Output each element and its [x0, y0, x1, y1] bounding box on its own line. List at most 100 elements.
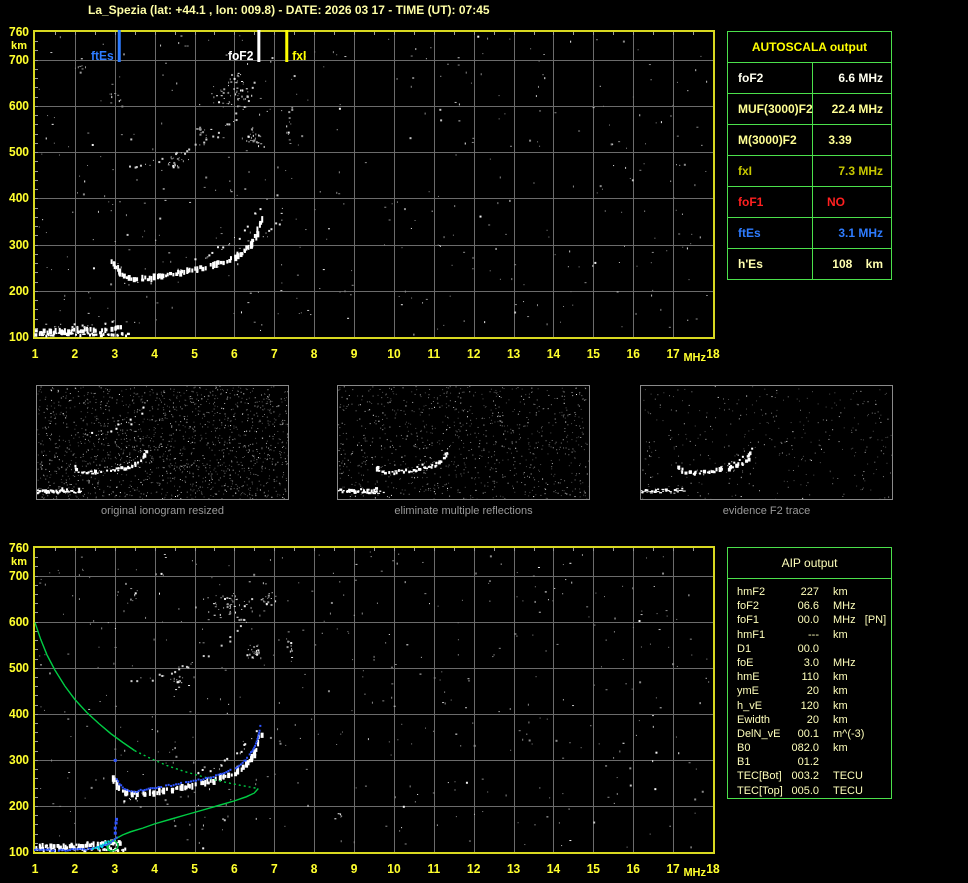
aip-param-unit: km	[833, 671, 848, 684]
aip-row-B1: B1 01.2	[737, 755, 891, 769]
aip-param-unit	[819, 755, 891, 769]
aip-output-panel: AIP output hmF2 227 km foF2 06.6 MHz foF1 00.0 M…	[727, 547, 892, 799]
thumbnail-original-ionogram	[36, 385, 289, 500]
aip-param-unit: MHz [PN]	[833, 614, 887, 627]
aip-param-unit: km	[833, 685, 848, 698]
aip-param-unit: TECU	[833, 770, 863, 783]
aip-param-unit	[819, 642, 891, 656]
aip-param-value: 20	[806, 685, 819, 698]
autoscala-param-value: 22.4 MHz	[831, 102, 883, 116]
aip-rows: hmF2 227 km foF2 06.6 MHz foF1 00.0 MHz [PN] hmF1…	[728, 579, 891, 798]
autoscala-param-label: h'Es	[728, 249, 813, 279]
autoscala-param-value: 3.1 MHz	[838, 226, 883, 240]
scaled-ionogram-plot	[0, 22, 724, 378]
aip-row-D1: D1 00.0	[737, 642, 891, 656]
autoscala-param-label: fxI	[728, 156, 813, 186]
aip-param-unit: MHz	[833, 656, 856, 669]
aip-param-unit: km	[833, 742, 848, 755]
aip-param-unit: km	[833, 586, 848, 598]
autoscala-row-ftEs: ftEs 3.1 MHz	[728, 217, 891, 248]
aip-param-unit: m^(-3)	[833, 727, 865, 740]
autoscala-row-MUF(3000)F2: MUF(3000)F2 22.4 MHz	[728, 93, 891, 124]
aip-row-TEC[Bot]: TEC[Bot] 003.2 TECU	[737, 769, 891, 783]
thumbnail-evidence-f2	[640, 385, 893, 500]
aip-row-ymE: ymE 20 km	[737, 684, 891, 698]
aip-param-unit: TECU	[833, 784, 863, 797]
aip-param-label: hmF2	[737, 586, 766, 598]
autoscala-param-label: foF1	[728, 187, 813, 217]
autoscala-window: La_Spezia (lat: +44.1 , lon: 009.8) - DA…	[0, 0, 968, 883]
aip-param-value: 00.0	[797, 642, 819, 655]
aip-row-Ewidth: Ewidth 20 km	[737, 713, 891, 727]
autoscala-row-M(3000)F2: M(3000)F2 3.39	[728, 124, 891, 155]
aip-param-value: 06.6	[797, 600, 819, 613]
autoscala-param-value: 108 km	[832, 257, 883, 271]
aip-param-value: 005.0	[791, 784, 819, 797]
aip-param-label: Ewidth	[737, 713, 771, 726]
aip-param-label: TEC[Bot]	[737, 770, 782, 783]
aip-param-unit: MHz	[833, 600, 856, 613]
autoscala-param-value: NO	[827, 195, 845, 209]
aip-row-TEC[Top]: TEC[Top] 005.0 TECU	[737, 784, 891, 798]
aip-param-value: 01.2	[797, 756, 819, 769]
profile-ionogram-plot	[0, 538, 724, 883]
aip-param-value: 082.0	[791, 742, 819, 755]
aip-param-unit: km	[833, 699, 848, 712]
aip-param-value: 110	[801, 671, 819, 684]
aip-row-hmF1: hmF1 --- km	[737, 628, 891, 642]
autoscala-param-label: ftEs	[728, 218, 813, 248]
aip-row-B0: B0 082.0 km	[737, 741, 891, 755]
aip-row-DelN_vE: DelN_vE 00.1 m^(-3)	[737, 727, 891, 741]
autoscala-param-label: M(3000)F2	[728, 125, 813, 155]
station-date-title: La_Spezia (lat: +44.1 , lon: 009.8) - DA…	[88, 3, 490, 17]
autoscala-param-value: 6.6 MHz	[838, 71, 883, 85]
aip-param-unit: km	[833, 713, 848, 726]
thumbnail-evidence-canvas	[641, 386, 892, 499]
thumbnail-eliminate-caption: eliminate multiple reflections	[394, 505, 533, 517]
autoscala-row-h'Es: h'Es 108 km	[728, 248, 891, 279]
aip-param-value: ---	[808, 628, 819, 641]
autoscala-param-label: MUF(3000)F2	[728, 94, 813, 124]
autoscala-param-value: 7.3 MHz	[838, 164, 883, 178]
autoscala-output-panel: AUTOSCALA output foF2 6.6 MHz MUF(3000)F2 2…	[727, 31, 892, 280]
aip-param-label: B1	[737, 756, 751, 769]
aip-param-label: foF1	[737, 614, 760, 627]
aip-row-h_vE: h_vE 120 km	[737, 699, 891, 713]
autoscala-row-foF2: foF2 6.6 MHz	[728, 62, 891, 93]
aip-row-hmE: hmE 110 km	[737, 670, 891, 684]
aip-param-value: 00.1	[797, 727, 819, 740]
aip-param-value: 20	[806, 713, 819, 726]
thumbnail-evidence-caption: evidence F2 trace	[722, 505, 811, 517]
aip-param-label: hmE	[737, 671, 760, 684]
aip-row-foF2: foF2 06.6 MHz	[737, 599, 891, 613]
aip-row-hmF2: hmF2 227 km	[737, 585, 891, 599]
aip-param-value: 227	[800, 586, 819, 598]
aip-param-value: 00.0	[797, 614, 819, 627]
autoscala-param-label: foF2	[728, 63, 813, 93]
autoscala-row-foF1: foF1 NO	[728, 186, 891, 217]
autoscala-panel-title: AUTOSCALA output	[751, 40, 868, 54]
thumbnail-original-caption: original ionogram resized	[101, 505, 224, 517]
aip-param-label: hmF1	[737, 628, 766, 641]
aip-param-value: 003.2	[791, 770, 819, 783]
aip-param-label: h_vE	[737, 699, 763, 712]
aip-param-label: foF2	[737, 600, 760, 613]
aip-param-label: ymE	[737, 685, 759, 698]
aip-row-foE: foE 3.0 MHz	[737, 656, 891, 670]
aip-row-foF1: foF1 00.0 MHz [PN]	[737, 613, 891, 627]
thumbnail-eliminate-canvas	[338, 386, 589, 499]
aip-panel-title: AIP output	[728, 548, 891, 579]
autoscala-row-fxI: fxI 7.3 MHz	[728, 155, 891, 186]
aip-param-value: 120	[800, 699, 819, 712]
aip-param-label: foE	[737, 656, 754, 669]
aip-param-label: DelN_vE	[737, 727, 781, 740]
aip-param-unit: km	[833, 628, 848, 641]
aip-param-label: TEC[Top]	[737, 784, 783, 797]
aip-param-label: B0	[737, 742, 751, 755]
thumbnail-original-canvas	[37, 386, 288, 499]
autoscala-param-value: 3.39	[828, 133, 852, 147]
aip-param-label: D1	[737, 642, 752, 655]
thumbnail-eliminate-reflections	[337, 385, 590, 500]
autoscala-rows: foF2 6.6 MHz MUF(3000)F2 22.4 MHz M(3000)F2 3…	[728, 62, 891, 279]
aip-param-value: 3.0	[803, 656, 819, 669]
